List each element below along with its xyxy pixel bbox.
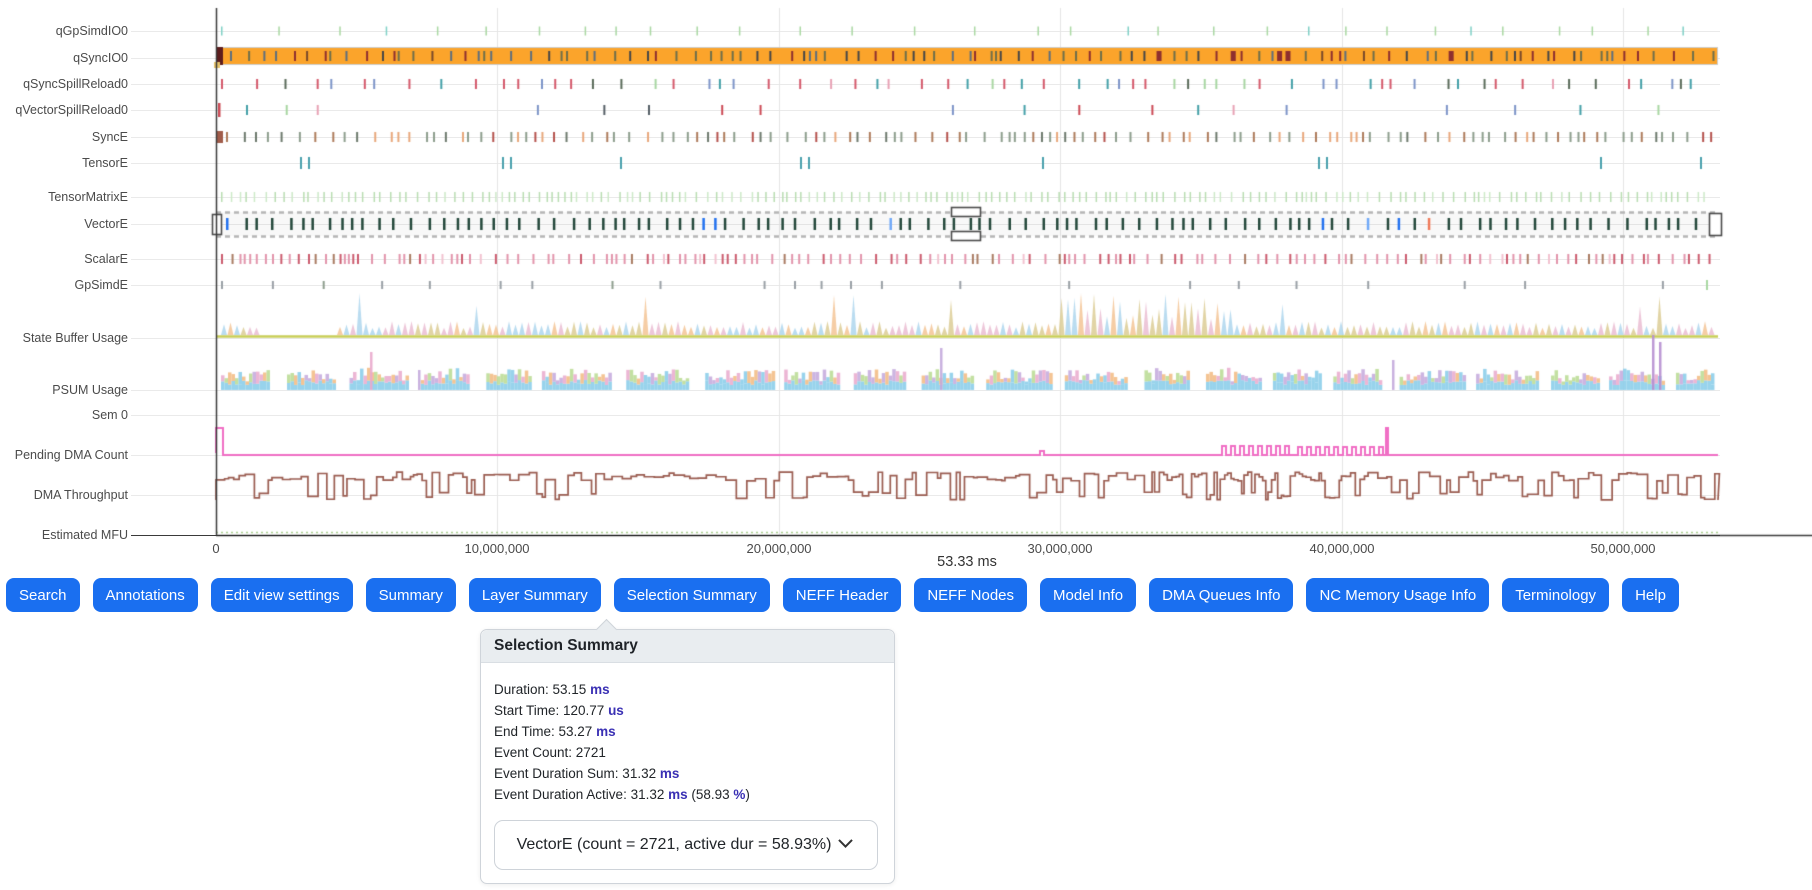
popup-stats: Duration: 53.15 ms Start Time: 120.77 us… xyxy=(481,663,894,805)
toolbar-button-model-info[interactable]: Model Info xyxy=(1040,578,1136,612)
engine-select-dropdown[interactable]: VectorE (count = 2721, active dur = 58.9… xyxy=(494,820,878,870)
x-axis-tick: 10,000,000 xyxy=(464,541,529,556)
stat-event-count: Event Count: 2721 xyxy=(494,742,878,763)
toolbar-button-neff-header[interactable]: NEFF Header xyxy=(783,578,902,612)
toolbar-button-terminology[interactable]: Terminology xyxy=(1502,578,1609,612)
toolbar-button-selection-summary[interactable]: Selection Summary xyxy=(614,578,770,612)
total-duration-label: 53.33 ms xyxy=(937,554,997,570)
toolbar-button-edit-view-settings[interactable]: Edit view settings xyxy=(211,578,353,612)
x-axis-tick: 0 xyxy=(212,541,219,556)
x-axis-tick: 40,000,000 xyxy=(1309,541,1374,556)
toolbar-button-neff-nodes[interactable]: NEFF Nodes xyxy=(914,578,1027,612)
toolbar-button-dma-queues-info[interactable]: DMA Queues Info xyxy=(1149,578,1293,612)
toolbar: Search Annotations Edit view settings Summa… xyxy=(6,578,1679,612)
toolbar-button-summary[interactable]: Summary xyxy=(366,578,456,612)
stat-event-duration-sum: Event Duration Sum: 31.32 ms xyxy=(494,763,878,784)
profiler-app: qGpSimdIO0qSyncIO0qSyncSpillReload0qVect… xyxy=(0,0,1812,890)
popup-title: Selection Summary xyxy=(481,630,894,663)
stat-end-time: End Time: 53.27 ms xyxy=(494,721,878,742)
x-axis-tick: 20,000,000 xyxy=(746,541,811,556)
x-axis-tick: 50,000,000 xyxy=(1590,541,1655,556)
toolbar-button-annotations[interactable]: Annotations xyxy=(93,578,198,612)
chevron-down-icon xyxy=(836,832,855,858)
toolbar-button-search[interactable]: Search xyxy=(6,578,80,612)
stat-start-time: Start Time: 120.77 us xyxy=(494,700,878,721)
timeline-canvas[interactable] xyxy=(0,0,1812,575)
toolbar-button-help[interactable]: Help xyxy=(1622,578,1679,612)
stat-duration: Duration: 53.15 ms xyxy=(494,679,878,700)
selection-summary-popup: Selection Summary Duration: 53.15 ms Sta… xyxy=(480,629,895,884)
x-axis-tick: 30,000,000 xyxy=(1027,541,1092,556)
stat-event-duration-active: Event Duration Active: 31.32 ms (58.93 %… xyxy=(494,784,878,805)
toolbar-button-nc-memory-usage-info[interactable]: NC Memory Usage Info xyxy=(1306,578,1489,612)
toolbar-button-layer-summary[interactable]: Layer Summary xyxy=(469,578,601,612)
